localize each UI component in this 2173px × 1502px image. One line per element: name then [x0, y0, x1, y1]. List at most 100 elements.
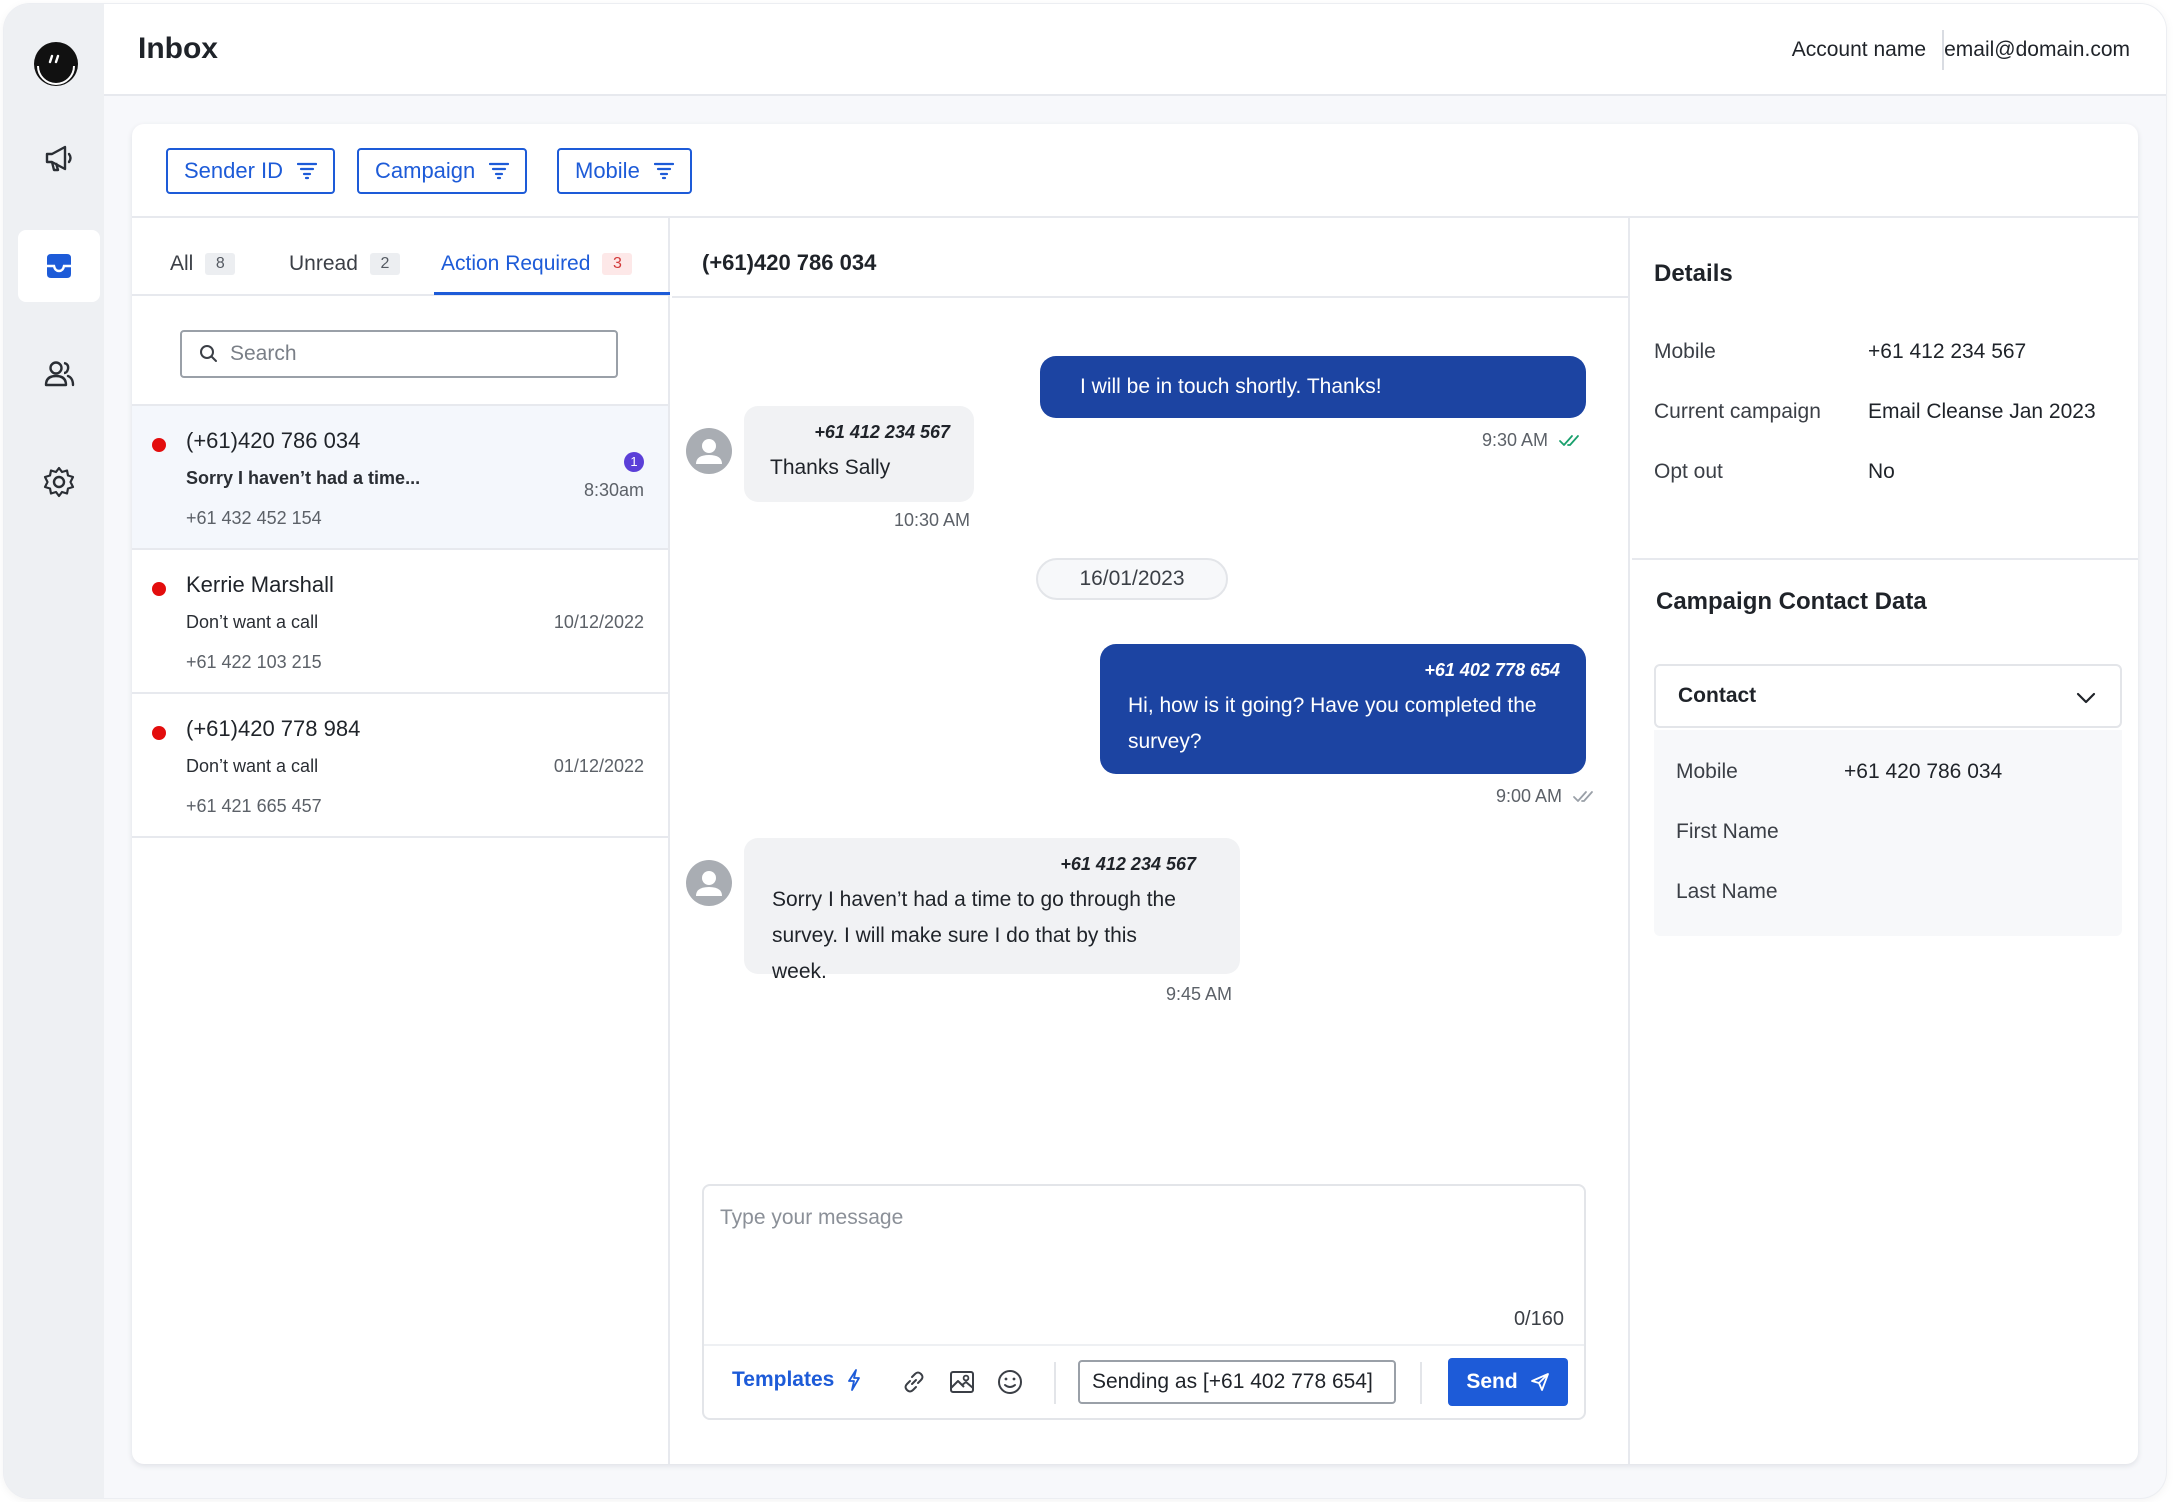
sender-select[interactable]: Sending as [+61 402 778 654]: [1078, 1360, 1396, 1404]
detail-value: +61 412 234 567: [1868, 340, 2027, 363]
details-title: Details: [1654, 260, 1733, 287]
search-icon: [200, 345, 217, 362]
character-count: 0/160: [1513, 1308, 1564, 1330]
message-time-text: 9:45 AM: [1166, 984, 1233, 1004]
filter-campaign-button[interactable]: Campaign: [357, 148, 528, 194]
message-time-text: 9:00 AM: [1495, 786, 1562, 806]
conversation-preview: Sorry I haven’t had a time...: [186, 468, 421, 488]
nav-inbox[interactable]: [18, 230, 100, 302]
message-text: I will be in touch shortly. Thanks!: [1080, 375, 1382, 398]
unread-dot: [152, 726, 166, 740]
message-text-line: survey?: [1128, 730, 1202, 753]
inbox-icon: [47, 254, 71, 278]
conversation-phone: +61 432 452 154: [186, 508, 322, 528]
contact-field-value: +61 420 786 034: [1844, 760, 2003, 783]
tab-count: 8: [205, 253, 236, 275]
link-icon[interactable]: [900, 1368, 928, 1396]
contact-field-label: Mobile: [1676, 760, 1738, 783]
templates-label: Templates: [732, 1368, 835, 1391]
contact-field-label: Last Name: [1676, 880, 1778, 903]
message-sender: +61 402 778 654: [1424, 660, 1560, 680]
conversation-item[interactable]: (+61)420 786 034 Sorry I haven’t had a t…: [132, 406, 668, 550]
message-input[interactable]: [720, 1206, 1560, 1316]
nav-settings[interactable]: [18, 446, 100, 518]
detail-label: Mobile: [1654, 340, 1716, 363]
chat-header: (+61)420 786 034: [672, 218, 1628, 298]
unread-count-badge: 1: [624, 452, 644, 472]
nav-contacts[interactable]: [18, 338, 100, 410]
detail-value: No: [1868, 460, 1895, 483]
conversation-preview: Don’t want a call: [186, 612, 319, 632]
tab-all[interactable]: All 8: [170, 252, 236, 276]
user-avatar-icon: [696, 871, 722, 896]
message-composer: 0/160 Templates: [702, 1184, 1586, 1420]
templates-button[interactable]: Templates: [732, 1368, 862, 1392]
detail-label: Current campaign: [1654, 400, 1821, 423]
logo-icon[interactable]: [28, 36, 84, 92]
tab-label: Action Required: [441, 252, 591, 275]
filter-label: Sender ID: [184, 158, 284, 183]
message-text-line: survey. I will make sure I do that by th…: [772, 924, 1137, 983]
conversation-date: 01/12/2022: [553, 756, 644, 776]
details-panel: Details Mobile +61 412 234 567 Current c…: [1632, 218, 2138, 1464]
conversation-name: (+61)420 778 984: [186, 716, 361, 741]
inbox-card: Sender ID Campaign Mobile All 8 Unread 2…: [132, 124, 2138, 1464]
nav-rail: [4, 4, 104, 1498]
message-text: Thanks Sally: [770, 456, 891, 479]
message-bubble-outgoing: +61 402 778 654 Hi, how is it going? Hav…: [1100, 644, 1586, 774]
message-sender: +61 412 234 567: [1060, 854, 1196, 874]
toolbar-divider: [1054, 1362, 1056, 1404]
send-label: Send: [1466, 1370, 1518, 1393]
contact-data-list: Mobile +61 420 786 034 First Name Last N…: [1654, 730, 2122, 936]
conversation-name: (+61)420 786 034: [186, 428, 361, 453]
double-check-read-icon: [1559, 434, 1579, 446]
unread-dot: [152, 438, 166, 452]
message-bubble-outgoing: I will be in touch shortly. Thanks!: [1040, 356, 1586, 418]
emoji-icon[interactable]: [996, 1368, 1024, 1396]
message-text-line: Sorry I haven’t had a time to go through…: [772, 888, 1176, 911]
conversation-date: 10/12/2022: [553, 612, 644, 632]
send-button[interactable]: Send: [1448, 1358, 1568, 1406]
nav-campaigns[interactable]: [18, 122, 100, 194]
contact-field-label: First Name: [1676, 820, 1779, 843]
contact-dropdown-label: Contact: [1678, 684, 1757, 707]
page-title: Inbox: [138, 32, 218, 65]
users-icon: [44, 361, 75, 387]
campaign-contact-title: Campaign Contact Data: [1656, 588, 1927, 615]
contact-dropdown[interactable]: Contact: [1654, 664, 2122, 728]
toolbar-divider: [1420, 1362, 1422, 1404]
message-bubble-incoming: +61 412 234 567 Thanks Sally: [744, 406, 974, 502]
chat-title: (+61)420 786 034: [702, 250, 877, 275]
account-email[interactable]: email@domain.com: [1944, 38, 2130, 62]
filter-label: Mobile: [575, 158, 640, 183]
search-input[interactable]: [230, 342, 610, 366]
chevron-down-icon: [2076, 692, 2096, 704]
unread-dot: [152, 582, 166, 596]
section-divider: [1632, 558, 2138, 560]
conversation-list: (+61)420 786 034 Sorry I haven’t had a t…: [132, 404, 668, 838]
user-avatar-icon: [696, 439, 722, 464]
detail-label: Opt out: [1654, 460, 1723, 483]
message-time: 10:30 AM: [894, 510, 970, 531]
tab-count: 2: [369, 253, 400, 275]
message-bubble-incoming: +61 412 234 567 Sorry I haven’t had a ti…: [744, 838, 1240, 983]
image-icon[interactable]: [948, 1368, 976, 1396]
megaphone-icon: [45, 145, 72, 172]
filter-icon: [297, 162, 318, 180]
message-time: 9:30 AM: [1482, 430, 1586, 451]
conversation-item[interactable]: Kerrie Marshall Don’t want a call +61 42…: [132, 550, 668, 694]
filter-label: Campaign: [375, 158, 476, 183]
top-header: Inbox Account name email@domain.com: [104, 4, 2166, 96]
message-time-text: 10:30 AM: [894, 510, 971, 530]
contact-avatar: [686, 860, 732, 906]
filter-mobile-button[interactable]: Mobile: [557, 148, 692, 194]
tab-action-required[interactable]: Action Required 3: [441, 252, 633, 276]
account-name[interactable]: Account name: [1792, 38, 1926, 62]
contact-avatar: [686, 428, 732, 474]
message-time: 9:00 AM: [1496, 786, 1600, 807]
conversation-item[interactable]: (+61)420 778 984 Don’t want a call +61 4…: [132, 694, 668, 838]
filter-icon: [489, 162, 510, 180]
tab-unread[interactable]: Unread 2: [289, 252, 400, 276]
filter-sender-id-button[interactable]: Sender ID: [166, 148, 336, 194]
conversation-date: 8:30am: [583, 480, 644, 500]
